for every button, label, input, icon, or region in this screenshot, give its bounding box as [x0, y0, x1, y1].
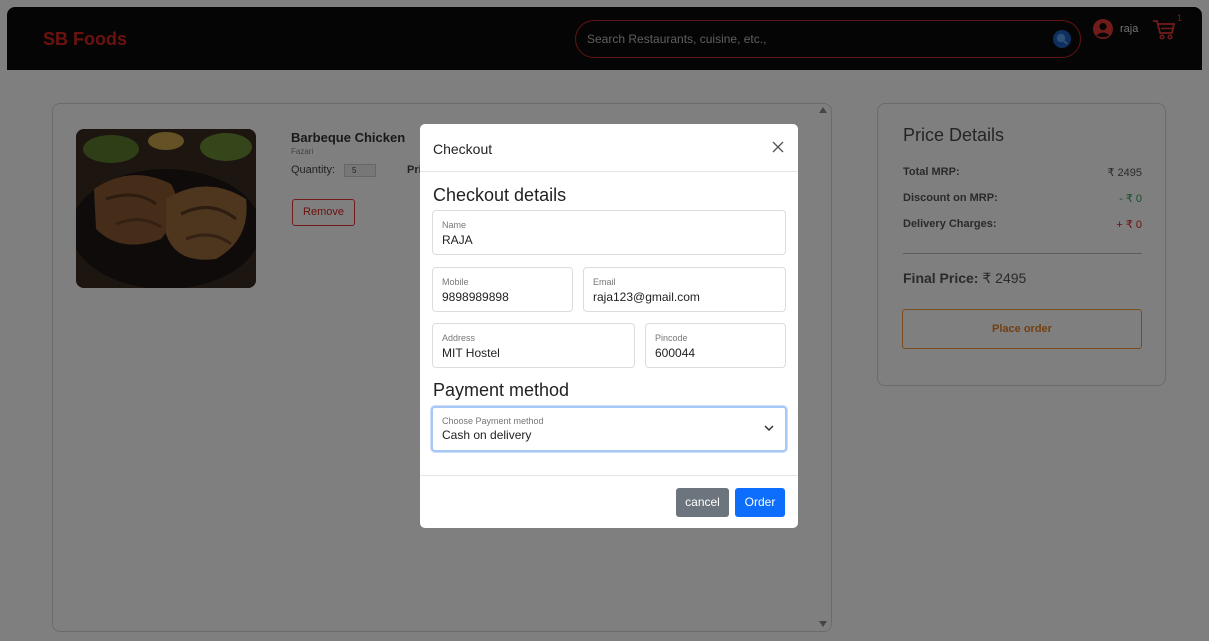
name-field[interactable]: Name RAJA: [432, 210, 786, 255]
modal-header-divider: [420, 171, 798, 172]
chevron-down-icon[interactable]: [764, 424, 774, 432]
address-field-value[interactable]: MIT Hostel: [442, 346, 500, 360]
close-icon[interactable]: [772, 141, 784, 153]
payment-select-label: Choose Payment method: [442, 416, 544, 426]
address-field[interactable]: Address MIT Hostel: [432, 323, 635, 368]
address-field-label: Address: [442, 333, 476, 343]
pincode-field-label: Pincode: [655, 333, 688, 343]
payment-method-select[interactable]: Choose Payment method Cash on delivery: [431, 406, 787, 452]
payment-select-value[interactable]: Cash on delivery: [442, 428, 531, 442]
pincode-field[interactable]: Pincode 600044: [645, 323, 786, 368]
payment-method-heading: Payment method: [433, 380, 570, 400]
email-field-value[interactable]: raja123@gmail.com: [593, 290, 700, 304]
checkout-details-heading: Checkout details: [433, 185, 567, 205]
mobile-field-label: Mobile: [442, 277, 469, 287]
order-button[interactable]: Order: [735, 488, 785, 517]
checkout-modal: Checkout Checkout details Name RAJA Mobi…: [420, 124, 798, 528]
email-field-label: Email: [593, 277, 616, 287]
email-field[interactable]: Email raja123@gmail.com: [583, 267, 786, 312]
name-field-value[interactable]: RAJA: [442, 233, 473, 247]
cancel-button[interactable]: cancel: [676, 488, 729, 517]
mobile-field[interactable]: Mobile 9898989898: [432, 267, 573, 312]
name-field-label: Name: [442, 220, 467, 230]
mobile-field-value[interactable]: 9898989898: [442, 290, 509, 304]
pincode-field-value[interactable]: 600044: [655, 346, 695, 360]
modal-footer-divider: [420, 475, 798, 476]
modal-title: Checkout: [433, 141, 493, 157]
